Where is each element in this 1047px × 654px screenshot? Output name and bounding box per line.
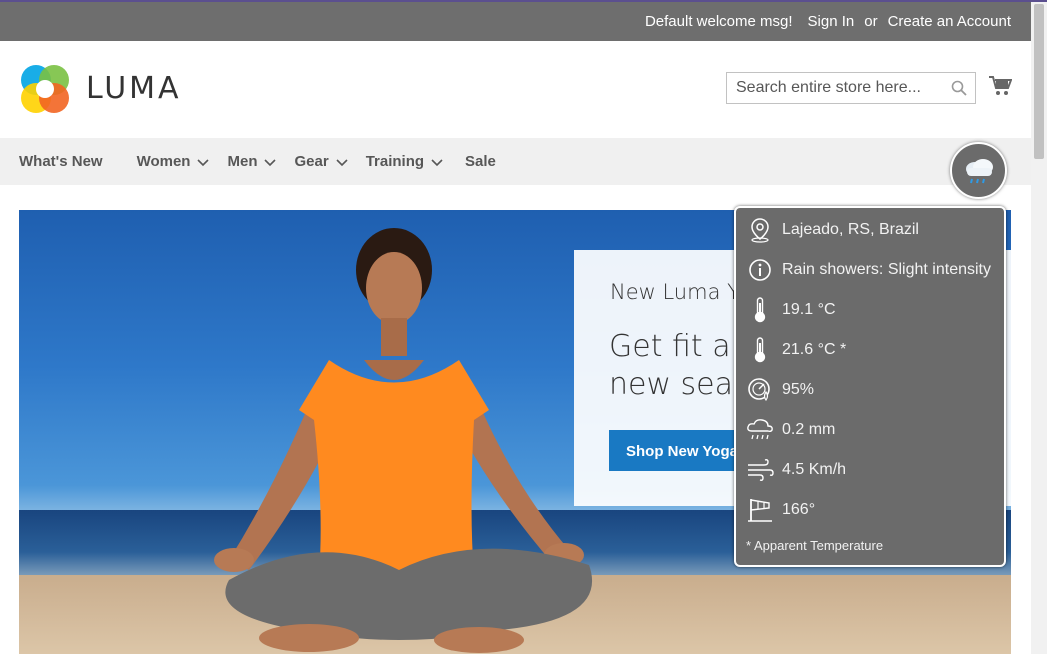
nav-item-label: Sale [465,153,496,170]
luma-logo-icon [21,65,69,113]
info-icon [746,256,774,284]
chevron-down-icon [197,158,210,166]
scrollbar-thumb[interactable] [1034,4,1044,159]
site-header: LUMA [0,41,1031,138]
weather-condition: Rain showers: Slight intensity [782,261,991,278]
or-text: or [864,13,878,30]
chevron-down-icon [431,158,443,166]
weather-temperature-row: 19.1 °C [746,296,836,324]
weather-apparent-temperature-row: 21.6 °C * [746,336,846,364]
weather-wind-speed: 4.5 Km/h [782,461,847,478]
weather-widget-button[interactable] [950,142,1007,199]
logo-text: LUMA [86,71,182,106]
chevron-down-icon [264,158,277,166]
cart-icon[interactable] [988,75,1013,102]
nav-item-label: Men [227,153,258,170]
weather-humidity-row: 95% [746,376,814,404]
weather-wind-direction-row: 166° [746,496,815,524]
page-scrollbar[interactable] [1031,2,1047,654]
weather-wind-direction: 166° [782,501,816,518]
welcome-message: Default welcome msg! [644,13,793,30]
thermometer-icon [746,296,774,324]
search-input[interactable] [727,73,937,103]
weather-popup: Lajeado, RS, Brazil Rain showers: Slight… [734,206,1006,567]
thermometer-icon [746,336,774,364]
weather-wind-speed-row: 4.5 Km/h [746,456,846,484]
nav-item-men[interactable]: Men [227,153,277,170]
nav-item-gear[interactable]: Gear [294,153,348,170]
main-navigation: What's New Women Men Gear Training Sale [0,138,1031,185]
weather-location-row: Lajeado, RS, Brazil [746,216,919,244]
weather-condition-row: Rain showers: Slight intensity [746,256,991,284]
header-links: Default welcome msg! Sign In or Create a… [645,13,1011,30]
apparent-temperature-footnote: * Apparent Temperature [746,538,884,553]
nav-item-whats-new[interactable]: What's New [19,153,103,170]
weather-precipitation: 0.2 mm [782,421,836,438]
rain-cloud-icon [966,159,993,184]
weather-apparent-temperature: 21.6 °C * [782,341,847,358]
weather-temperature: 19.1 °C [782,301,836,318]
nav-item-training[interactable]: Training [366,153,443,170]
nav-item-women[interactable]: Women [137,153,210,170]
nav-item-label: Training [365,153,425,170]
nav-item-label: Gear [294,153,329,170]
top-header-bar: Default welcome msg! Sign In or Create a… [0,2,1031,41]
wind-icon [746,456,774,484]
search-box[interactable] [726,72,976,104]
nav-item-label: What's New [19,153,103,170]
luma-logo[interactable]: LUMA [19,63,189,115]
weather-precipitation-row: 0.2 mm [746,416,835,444]
weather-humidity: 95% [782,381,815,398]
location-pin-icon [746,216,774,244]
weather-location: Lajeado, RS, Brazil [782,221,919,238]
rain-icon [746,416,774,444]
nav-item-sale[interactable]: Sale [465,153,496,170]
chevron-down-icon [336,158,348,166]
nav-item-label: Women [136,153,191,170]
humidity-gauge-icon [746,376,774,404]
search-icon[interactable] [951,80,967,101]
wind-direction-icon [746,496,774,524]
create-account-link[interactable]: Create an Account [888,13,1011,30]
sign-in-link[interactable]: Sign In [808,13,855,30]
